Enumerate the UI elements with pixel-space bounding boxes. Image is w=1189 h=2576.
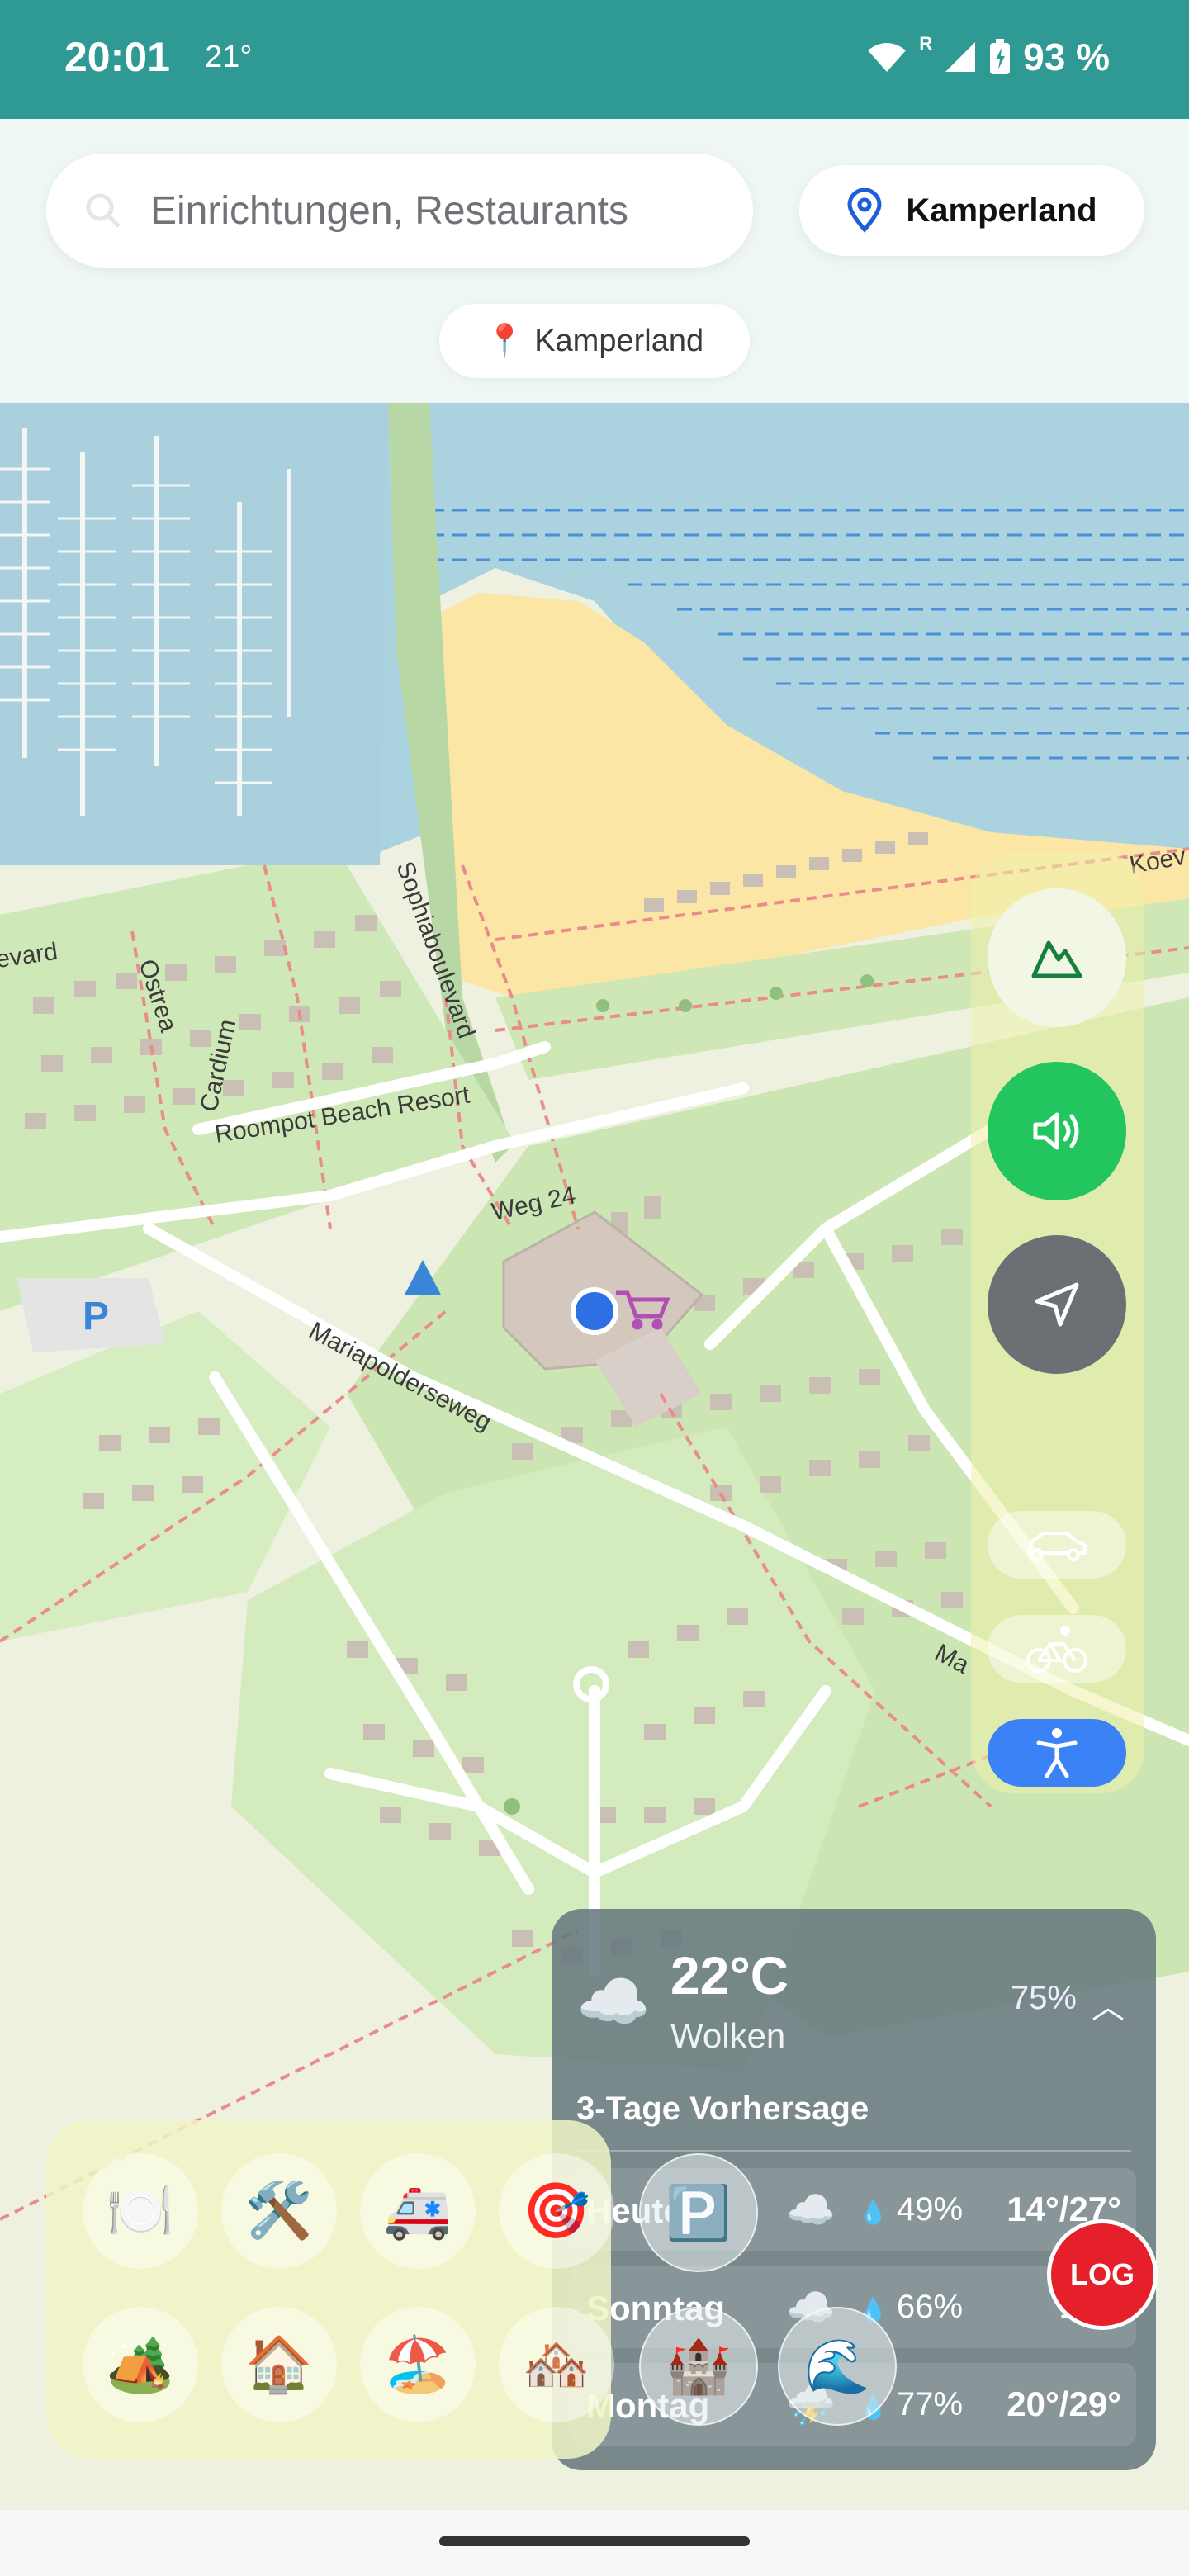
- category-services-button[interactable]: 🛠️: [221, 2153, 337, 2269]
- sound-button[interactable]: [988, 1062, 1126, 1200]
- current-location-dot: [571, 1287, 618, 1335]
- location-chip-label: Kamperland: [534, 323, 704, 358]
- parking-icon: P: [83, 1295, 109, 1338]
- roaming-label: R: [919, 33, 933, 54]
- current-humidity: 75%: [1010, 1980, 1077, 2016]
- forecast-temp-range: 20°/29°: [1007, 2384, 1121, 2423]
- home-gesture-handle[interactable]: [439, 2536, 750, 2546]
- forecast-title: 3-Tage Vorhersage: [576, 2091, 869, 2127]
- location-button-label: Kamperland: [906, 192, 1097, 229]
- status-temperature: 21°: [205, 40, 253, 74]
- wifi-icon: [868, 43, 907, 72]
- mode-walk-button[interactable]: [988, 1719, 1126, 1787]
- battery-level: 93 %: [1023, 36, 1110, 78]
- map-controls-panel: [971, 852, 1144, 1793]
- status-icons: R 93 %: [866, 33, 1110, 79]
- category-water-button[interactable]: 🌊: [778, 2307, 897, 2426]
- bicycle-icon: [1026, 1626, 1087, 1673]
- search-input[interactable]: [149, 187, 697, 234]
- navigation-button[interactable]: [988, 1235, 1126, 1374]
- navigation-arrow-icon: [1035, 1282, 1079, 1327]
- divider: [576, 2150, 1131, 2152]
- category-camping-button[interactable]: 🏕️: [83, 2307, 198, 2422]
- system-nav-bar: [0, 2510, 1189, 2576]
- category-houses-button[interactable]: 🏘️: [499, 2307, 614, 2422]
- red-pin-icon: 📍: [485, 324, 525, 358]
- category-medical-button[interactable]: 🚑: [360, 2153, 476, 2269]
- category-restaurants-button[interactable]: 🍽️: [83, 2153, 198, 2269]
- current-conditions: Wolken: [670, 2016, 786, 2055]
- signal-icon: [945, 42, 976, 72]
- terrain-button[interactable]: [988, 888, 1126, 1027]
- location-button[interactable]: Kamperland: [799, 165, 1144, 256]
- location-chip[interactable]: 📍 Kamperland: [439, 304, 750, 378]
- category-accommodation-button[interactable]: 🏠: [221, 2307, 337, 2422]
- car-icon: [1027, 1532, 1087, 1561]
- battery-icon: [990, 39, 1011, 74]
- category-beach-button[interactable]: 🏖️: [360, 2307, 476, 2422]
- search-header: Kamperland 📍 Kamperland: [0, 119, 1189, 403]
- category-parking-button[interactable]: 🅿️: [639, 2153, 758, 2272]
- chevron-up-icon[interactable]: ︿: [1092, 1980, 1125, 2028]
- status-bar: 20:01 21° R 93 %: [0, 0, 1189, 119]
- cloud-icon: ☁️: [576, 1969, 651, 2035]
- log-button[interactable]: LOG: [1047, 2219, 1158, 2330]
- category-activities-button[interactable]: 🎯: [499, 2153, 614, 2269]
- mode-car-button[interactable]: [988, 1511, 1126, 1579]
- forecast-rain-chance: 💧 49%: [859, 2191, 964, 2228]
- location-pin-icon: [847, 188, 882, 233]
- search-icon: [86, 193, 121, 228]
- forecast-weather-icon: ☁️: [786, 2189, 836, 2233]
- mode-bike-button[interactable]: [988, 1615, 1126, 1683]
- raindrop-icon: 💧: [859, 2200, 888, 2225]
- search-bar[interactable]: [46, 154, 753, 268]
- walking-accessibility-icon: [1036, 1728, 1078, 1778]
- category-panel: 🍽️ 🛠️ 🚑 🎯 🏕️ 🏠 🏖️ 🏘️: [46, 2120, 614, 2459]
- category-castle-button[interactable]: 🏰: [639, 2307, 758, 2426]
- current-temperature: 22°C: [670, 1946, 789, 2005]
- sound-icon: [1033, 1112, 1079, 1150]
- terrain-icon: [1031, 940, 1082, 978]
- status-time: 20:01: [64, 34, 170, 80]
